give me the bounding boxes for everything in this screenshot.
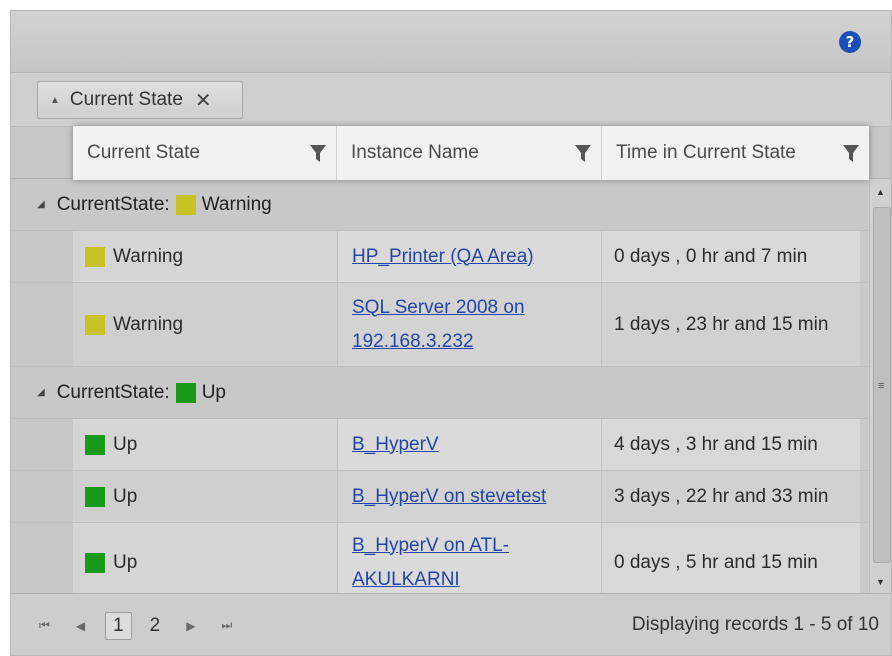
collapse-triangle-icon[interactable]: ◢ — [37, 387, 45, 398]
grid-widget: ? ▲ Current State ✕ Current State Instan… — [10, 10, 892, 656]
table-row[interactable]: Up B_HyperV 4 days , 3 hr and 15 min — [11, 419, 869, 471]
table-row[interactable]: Warning SQL Server 2008 on 192.168.3.232… — [11, 283, 869, 367]
table-row[interactable]: Warning HP_Printer (QA Area) 0 days , 0 … — [11, 231, 869, 283]
funnel-icon[interactable] — [843, 145, 859, 163]
group-label: CurrentState: — [56, 381, 170, 403]
page-button-current[interactable]: 1 — [105, 611, 132, 640]
scroll-thumb[interactable]: ≡ — [873, 207, 891, 563]
column-header-current-state[interactable]: Current State — [73, 126, 337, 180]
pager-bar: ⏮ ◀ 1 2 ▶ ⏭ Displaying records 1 - 5 of … — [11, 593, 891, 655]
row-indent — [11, 471, 73, 522]
page-button[interactable]: 2 — [150, 615, 161, 637]
instance-link[interactable]: B_HyperV on stevetest — [352, 480, 546, 514]
group-chip-label: Current State — [69, 89, 183, 110]
cell-current-state: Warning — [73, 231, 337, 282]
up-status-icon — [85, 434, 105, 455]
cell-instance-name: B_HyperV on stevetest — [337, 471, 602, 522]
column-header-label: Instance Name — [351, 142, 479, 163]
instance-link[interactable]: B_HyperV — [352, 428, 439, 462]
group-header-warning[interactable]: ◢ CurrentState: Warning — [11, 179, 869, 231]
sort-ascending-icon[interactable]: ▲ — [50, 95, 60, 106]
cell-time-in-state: 1 days , 23 hr and 15 min — [602, 283, 860, 366]
state-text: Up — [113, 485, 138, 507]
status-swatch — [175, 194, 196, 215]
state-text: Up — [113, 551, 138, 573]
instance-link[interactable]: SQL Server 2008 on — [352, 291, 525, 325]
instance-link-continued[interactable]: 192.168.3.232 — [352, 325, 474, 359]
cell-instance-name: HP_Printer (QA Area) — [337, 231, 602, 282]
row-indent — [11, 231, 73, 282]
grip-icon: ≡ — [878, 380, 885, 392]
previous-page-icon[interactable]: ◀ — [76, 619, 85, 633]
cell-current-state: Up — [73, 419, 337, 470]
column-header-time-in-state[interactable]: Time in Current State — [602, 126, 869, 180]
up-status-icon — [85, 552, 105, 573]
close-icon[interactable]: ✕ — [195, 88, 212, 113]
last-page-icon[interactable]: ⏭ — [221, 618, 232, 633]
column-header-label: Time in Current State — [616, 142, 796, 163]
cell-time-in-state: 3 days , 22 hr and 33 min — [602, 471, 860, 522]
state-text: Up — [113, 433, 138, 455]
next-page-icon[interactable]: ▶ — [186, 619, 195, 633]
table-row[interactable]: Up B_HyperV on stevetest 3 days , 22 hr … — [11, 471, 869, 523]
cell-instance-name: B_HyperV — [337, 419, 602, 470]
row-indent — [11, 419, 73, 470]
group-panel: ▲ Current State ✕ — [11, 73, 891, 127]
vertical-scrollbar[interactable]: ▲ ≡ ▼ — [869, 179, 891, 593]
up-status-icon — [85, 486, 105, 507]
cell-time-in-state: 0 days , 0 hr and 7 min — [602, 231, 860, 282]
group-value: Warning — [201, 193, 272, 215]
cell-current-state: Warning — [73, 283, 337, 366]
status-swatch — [175, 382, 196, 403]
instance-link-continued[interactable]: AKULKARNI — [352, 563, 460, 594]
widget-toolbar: ? — [11, 11, 891, 73]
row-indent — [11, 283, 73, 366]
warning-status-icon — [85, 246, 105, 267]
group-header-up[interactable]: ◢ CurrentState: Up — [11, 367, 869, 419]
column-header-row: Current State Instance Name Time in Curr… — [73, 126, 869, 180]
table-row[interactable]: Up B_HyperV on ATL- AKULKARNI 0 days , 5… — [11, 523, 869, 593]
column-header-label: Current State — [87, 142, 200, 163]
scroll-up-arrow-icon[interactable]: ▲ — [876, 187, 885, 197]
group-value: Up — [201, 381, 226, 403]
cell-time-in-state: 4 days , 3 hr and 15 min — [602, 419, 860, 470]
group-label: CurrentState: — [56, 193, 170, 215]
grid-body: ◢ CurrentState: Warning Warning HP_Print… — [11, 179, 869, 593]
state-text: Warning — [113, 313, 184, 335]
cell-current-state: Up — [73, 523, 337, 593]
record-count-status: Displaying records 1 - 5 of 10 — [631, 614, 879, 635]
first-page-icon[interactable]: ⏮ — [39, 618, 50, 633]
collapse-triangle-icon[interactable]: ◢ — [37, 199, 45, 210]
group-chip-current-state[interactable]: ▲ Current State ✕ — [37, 81, 243, 119]
help-icon[interactable]: ? — [839, 31, 861, 53]
scroll-down-arrow-icon[interactable]: ▼ — [876, 577, 885, 587]
cell-time-in-state: 0 days , 5 hr and 15 min — [602, 523, 860, 593]
instance-link[interactable]: B_HyperV on ATL- — [352, 529, 509, 563]
cell-instance-name: SQL Server 2008 on 192.168.3.232 — [337, 283, 602, 366]
state-text: Warning — [113, 245, 184, 267]
warning-status-icon — [85, 314, 105, 335]
funnel-icon[interactable] — [310, 145, 326, 163]
instance-link[interactable]: HP_Printer (QA Area) — [352, 240, 534, 274]
row-indent — [11, 523, 73, 593]
cell-current-state: Up — [73, 471, 337, 522]
cell-instance-name: B_HyperV on ATL- AKULKARNI — [337, 523, 602, 593]
column-header-instance-name[interactable]: Instance Name — [337, 126, 602, 180]
funnel-icon[interactable] — [575, 145, 591, 163]
